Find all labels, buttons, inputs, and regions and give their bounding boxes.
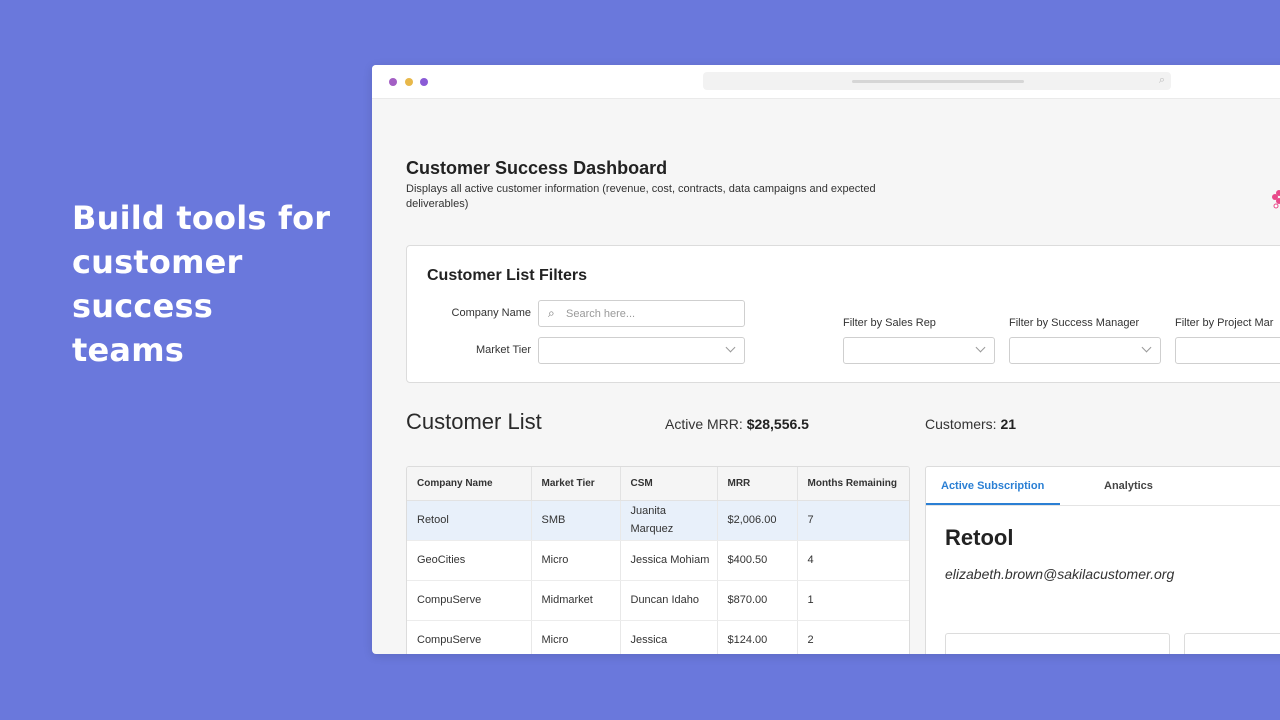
search-icon: ⌕: [548, 306, 555, 320]
column-header[interactable]: Company Name: [407, 467, 532, 501]
market-tier-select[interactable]: [538, 337, 745, 364]
brand-logo-icon: [1272, 190, 1280, 209]
table-cell: 7: [797, 500, 909, 541]
table-cell: $2,006.00: [717, 500, 798, 541]
table-cell: CompuServe: [407, 620, 532, 654]
table-cell: SMB: [531, 500, 621, 541]
table-cell: 2: [797, 620, 909, 654]
customer-table: Company Name Market Tier CSM MRR Months …: [406, 466, 910, 654]
window-close-dot[interactable]: [389, 78, 397, 86]
table-cell: Juanita Marquez: [620, 500, 718, 541]
table-row[interactable]: CompuServe Micro Jessica $124.00 2: [407, 620, 909, 654]
detail-tabs: Active Subscription Analytics: [926, 467, 1280, 506]
project-manager-select[interactable]: [1175, 337, 1280, 364]
address-bar[interactable]: ⌕: [703, 72, 1171, 90]
table-cell: Micro: [531, 620, 621, 654]
column-header[interactable]: Months Remaining: [797, 467, 909, 501]
active-mrr-label: Active MRR:: [665, 416, 743, 432]
table-header-row: Company Name Market Tier CSM MRR Months …: [407, 467, 909, 501]
browser-chrome: ⌕: [372, 65, 1280, 99]
customers-label: Customers:: [925, 416, 997, 432]
detail-field-box[interactable]: [945, 633, 1170, 654]
table-cell: Jessica: [620, 620, 718, 654]
customers-value: 21: [1000, 416, 1017, 432]
app-window: ⌕ Customer Success Dashboard Displays al…: [372, 65, 1280, 654]
address-placeholder-line: [852, 80, 1024, 83]
active-mrr-stat: Active MRR: $28,556.5: [665, 416, 809, 432]
chevron-down-icon: [975, 342, 986, 353]
active-tab-indicator: [926, 503, 1060, 505]
customers-count-stat: Customers: 21: [925, 416, 1016, 432]
customer-list-title: Customer List: [406, 409, 542, 434]
table-cell: Micro: [531, 540, 621, 581]
column-header[interactable]: CSM: [620, 467, 718, 501]
detail-email: elizabeth.brown@sakilacustomer.org: [945, 566, 1175, 582]
success-manager-label: Filter by Success Manager: [1009, 317, 1140, 329]
table-cell: $124.00: [717, 620, 798, 654]
table-cell: Duncan Idaho: [620, 580, 718, 621]
table-cell: GeoCities: [407, 540, 532, 581]
page-description: Displays all active customer information…: [406, 183, 876, 210]
detail-company-name: Retool: [945, 525, 1014, 550]
success-manager-select[interactable]: [1009, 337, 1161, 364]
table-row[interactable]: GeoCities Micro Jessica Mohiam $400.50 4: [407, 540, 909, 581]
table-cell: Midmarket: [531, 580, 621, 621]
table-cell: 1: [797, 580, 909, 621]
table-row[interactable]: Retool SMB Juanita Marquez $2,006.00 7: [407, 500, 909, 541]
tab-active-subscription[interactable]: Active Subscription: [941, 480, 1044, 492]
chevron-down-icon: [725, 342, 736, 353]
filters-panel: Customer List Filters Company Name ⌕ Sea…: [406, 245, 1280, 383]
tab-analytics[interactable]: Analytics: [1104, 480, 1153, 492]
chevron-down-icon: [1141, 342, 1152, 353]
column-header[interactable]: MRR: [717, 467, 798, 501]
table-cell: Retool: [407, 500, 532, 541]
customer-detail-panel: Active Subscription Analytics Retool eli…: [925, 466, 1280, 654]
table-cell: 4: [797, 540, 909, 581]
column-header[interactable]: Market Tier: [531, 467, 621, 501]
sales-rep-label: Filter by Sales Rep: [843, 317, 936, 329]
company-search-input[interactable]: ⌕ Search here...: [538, 300, 745, 327]
active-mrr-value: $28,556.5: [746, 416, 809, 432]
project-manager-label: Filter by Project Mar: [1175, 317, 1274, 329]
window-maximize-dot[interactable]: [420, 78, 428, 86]
hero-headline: Build tools for customer success teams: [72, 199, 331, 369]
sales-rep-select[interactable]: [843, 337, 995, 364]
window-minimize-dot[interactable]: [405, 78, 413, 86]
company-name-label: Company Name: [451, 307, 531, 319]
table-cell: $400.50: [717, 540, 798, 581]
detail-field-box[interactable]: [1184, 633, 1280, 654]
table-cell: CompuServe: [407, 580, 532, 621]
table-row[interactable]: CompuServe Midmarket Duncan Idaho $870.0…: [407, 580, 909, 621]
market-tier-label: Market Tier: [475, 344, 531, 356]
table-cell: Jessica Mohiam: [620, 540, 718, 581]
page-title: Customer Success Dashboard: [406, 158, 668, 178]
table-cell: $870.00: [717, 580, 798, 621]
filters-title: Customer List Filters: [427, 267, 588, 284]
company-search-placeholder: Search here...: [566, 308, 636, 320]
search-icon: ⌕: [1158, 74, 1165, 86]
